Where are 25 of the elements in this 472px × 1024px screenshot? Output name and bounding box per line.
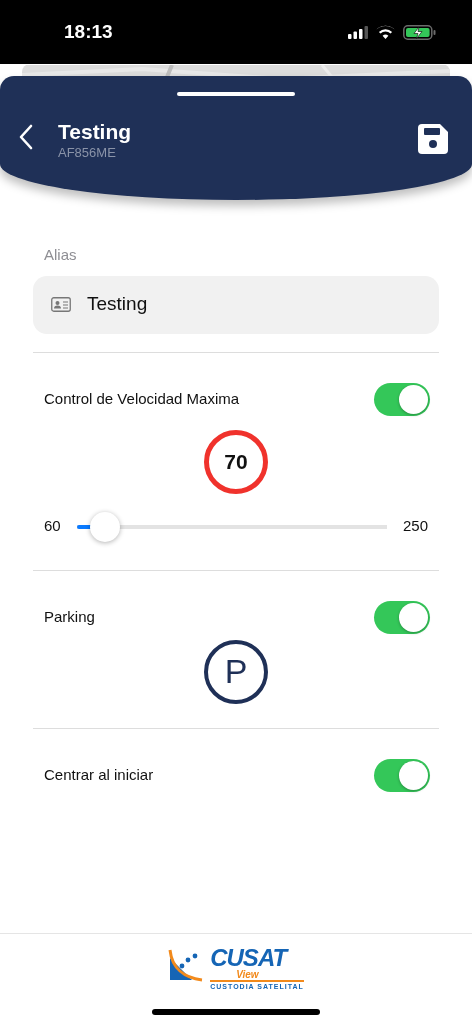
toggle-switch[interactable]: [374, 600, 430, 634]
speed-limit-sign: 70: [204, 429, 268, 494]
drag-handle[interactable]: [177, 92, 295, 96]
plate-number: AF856ME: [58, 144, 117, 163]
logo-wordmark: CUSAT: [210, 946, 290, 970]
slider-thumb[interactable]: [89, 511, 120, 542]
battery-charging-icon: [403, 24, 436, 40]
toggle-switch[interactable]: [374, 382, 430, 416]
field-label: Alias: [44, 245, 78, 265]
id-card-icon: [51, 297, 71, 312]
logo-subtitle: View: [210, 970, 304, 982]
slider-max-label: 250: [402, 516, 428, 537]
setting-label: Centrar al iniciar: [44, 764, 154, 785]
vehicle-title: Testing: [58, 120, 133, 144]
parking-sign: P: [204, 639, 268, 704]
wifi-icon: [376, 25, 395, 39]
alias-field[interactable]: Testing: [33, 275, 439, 334]
toggle-switch[interactable]: [374, 758, 430, 792]
clock-time: 18:13: [64, 19, 113, 44]
signal-icon: [348, 25, 368, 39]
slider-min-label: 60: [44, 516, 61, 537]
setting-label: Parking: [44, 606, 95, 627]
setting-label: Control de Velocidad Maxima: [44, 388, 240, 409]
back-button[interactable]: [18, 124, 34, 150]
save-button[interactable]: [418, 124, 448, 154]
